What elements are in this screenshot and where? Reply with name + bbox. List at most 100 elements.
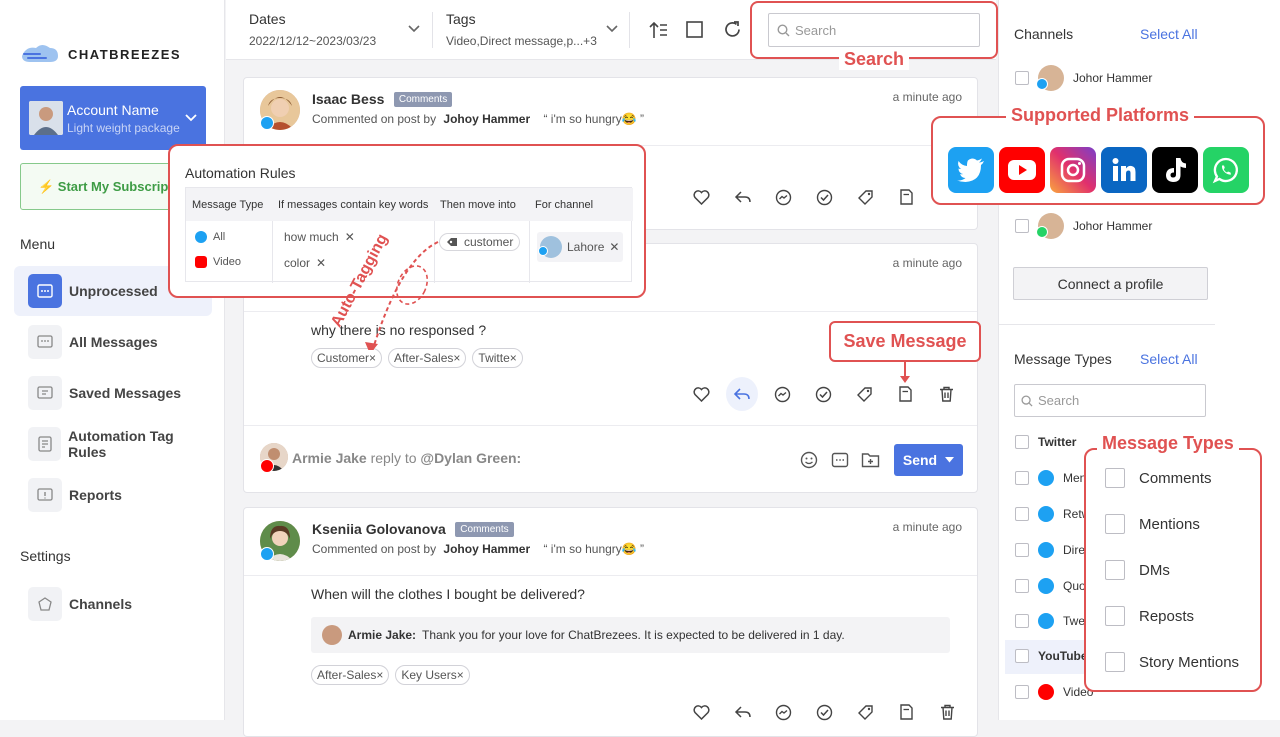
message-text: When will the clothes I bought be delive… — [311, 586, 585, 602]
sort-icon[interactable] — [648, 21, 668, 39]
chevron-down-icon[interactable] — [606, 25, 618, 33]
send-button[interactable]: Send — [894, 444, 963, 476]
tag-chip[interactable]: Customer× — [311, 348, 383, 368]
reply-icon[interactable] — [726, 377, 758, 411]
dates-filter[interactable]: Dates 2022/12/12~2023/03/23 — [249, 11, 376, 48]
checkbox[interactable] — [1015, 614, 1029, 628]
keyword-chip[interactable]: color ✕ — [280, 254, 331, 272]
tag-chip[interactable]: Key Users× — [395, 665, 470, 685]
message-type-option[interactable]: Reposts — [1105, 606, 1194, 626]
like-icon[interactable] — [681, 180, 722, 214]
channels-select-all[interactable]: Select All — [1140, 26, 1198, 42]
user-name[interactable]: Isaac Bess — [312, 91, 384, 107]
delete-icon[interactable] — [927, 695, 968, 729]
attach-folder-icon[interactable] — [861, 451, 880, 468]
tag-chip[interactable]: After-Sales× — [311, 665, 390, 685]
tags-filter[interactable]: Tags Video,Direct message,p...+3 — [446, 11, 597, 48]
checkbox[interactable] — [1015, 543, 1029, 557]
check-circle-icon[interactable] — [803, 377, 844, 411]
whatsapp-icon — [1036, 226, 1048, 238]
account-switcher[interactable]: Account Name Light weight package — [20, 86, 206, 150]
checkbox[interactable] — [1105, 652, 1125, 672]
nav-label: Unprocessed — [69, 283, 158, 299]
type-row[interactable]: Men — [1015, 470, 1086, 486]
nav-all-messages[interactable]: All Messages — [14, 317, 212, 367]
messenger-icon[interactable] — [763, 695, 804, 729]
type-row[interactable]: Retw — [1015, 506, 1090, 522]
youtube-icon — [195, 256, 207, 268]
quick-reply-icon[interactable] — [831, 451, 849, 469]
remove-icon[interactable]: ✕ — [609, 240, 619, 254]
like-icon[interactable] — [681, 377, 722, 411]
nav-saved-messages[interactable]: Saved Messages — [14, 368, 212, 418]
nav-channels[interactable]: Channels — [14, 579, 212, 629]
checkbox[interactable] — [1105, 606, 1125, 626]
message-types-select-all[interactable]: Select All — [1140, 351, 1198, 367]
message-type-search-input[interactable]: Search — [1014, 384, 1206, 417]
tag-icon[interactable] — [845, 180, 886, 214]
channel-chip[interactable]: Lahore ✕ — [537, 232, 623, 262]
check-circle-icon[interactable] — [804, 695, 845, 729]
post-author[interactable]: Johoy Hammer — [443, 112, 530, 126]
checkbox[interactable] — [1015, 219, 1029, 233]
save-icon[interactable] — [886, 180, 927, 214]
tag-chip[interactable]: Twitte× — [472, 348, 523, 368]
checkbox[interactable] — [1015, 579, 1029, 593]
type-group-twitter[interactable]: Twitter — [1015, 435, 1076, 449]
target-tag-chip[interactable]: customer — [439, 233, 521, 251]
nav-automation-tag-rules[interactable]: Automation Tag Rules — [14, 419, 212, 469]
remove-icon[interactable]: ✕ — [316, 256, 326, 270]
type-option[interactable]: All — [195, 231, 225, 243]
checkbox[interactable] — [1105, 468, 1125, 488]
chevron-down-icon[interactable] — [408, 25, 420, 33]
twitter-icon — [1038, 578, 1054, 594]
twitter-icon — [260, 547, 274, 561]
user-name[interactable]: Kseniia Golovanova — [312, 521, 446, 537]
messenger-icon[interactable] — [762, 377, 803, 411]
save-icon[interactable] — [886, 695, 927, 729]
type-group-youtube[interactable]: YouTube — [1015, 649, 1088, 663]
start-subscription-button[interactable]: ⚡ Start My Subscription — [20, 163, 180, 210]
messenger-icon[interactable] — [763, 180, 804, 214]
select-all-checkbox-icon[interactable] — [686, 21, 703, 38]
tag-icon[interactable] — [845, 695, 886, 729]
refresh-icon[interactable] — [723, 20, 742, 39]
delete-icon[interactable] — [926, 377, 967, 411]
check-circle-icon[interactable] — [804, 180, 845, 214]
type-row[interactable]: Video — [1015, 684, 1093, 700]
post-ref-prefix: Commented on post by — [312, 542, 437, 556]
emoji-icon[interactable] — [800, 451, 818, 469]
message-type-option[interactable]: Story Mentions — [1105, 652, 1239, 672]
reply-icon[interactable] — [722, 180, 763, 214]
checkbox[interactable] — [1105, 560, 1125, 580]
type-row[interactable]: Twee — [1015, 613, 1092, 629]
checkbox[interactable] — [1015, 471, 1029, 485]
message-type-option[interactable]: DMs — [1105, 560, 1170, 580]
timestamp: a minute ago — [892, 520, 962, 534]
brand-logo[interactable]: CHATBREEZES — [20, 42, 181, 66]
type-row[interactable]: Direc — [1015, 542, 1091, 558]
checkbox[interactable] — [1015, 71, 1029, 85]
reply-icon[interactable] — [722, 695, 763, 729]
nav-reports[interactable]: Reports — [14, 470, 212, 520]
keyword-chip[interactable]: how much ✕ — [280, 228, 359, 246]
checkbox[interactable] — [1015, 649, 1029, 663]
channel-profile-row[interactable]: Johor Hammer — [1015, 213, 1152, 239]
message-type-option[interactable]: Comments — [1105, 468, 1212, 488]
checkbox[interactable] — [1015, 685, 1029, 699]
tag-chip[interactable]: After-Sales× — [388, 348, 467, 368]
timestamp: a minute ago — [892, 256, 962, 270]
checkbox[interactable] — [1015, 435, 1029, 449]
message-type-option[interactable]: Mentions — [1105, 514, 1200, 534]
remove-icon[interactable]: ✕ — [345, 230, 355, 244]
like-icon[interactable] — [681, 695, 722, 729]
type-row[interactable]: Quot — [1015, 578, 1089, 594]
connect-profile-button[interactable]: Connect a profile — [1013, 267, 1208, 300]
checkbox[interactable] — [1105, 514, 1125, 534]
type-option[interactable]: Video — [195, 256, 241, 268]
agent-reply: Armie Jake: Thank you for your love for … — [311, 617, 950, 653]
post-author[interactable]: Johoy Hammer — [443, 542, 530, 556]
channel-profile-row[interactable]: Johor Hammer — [1015, 65, 1152, 91]
tag-icon[interactable] — [844, 377, 885, 411]
checkbox[interactable] — [1015, 507, 1029, 521]
